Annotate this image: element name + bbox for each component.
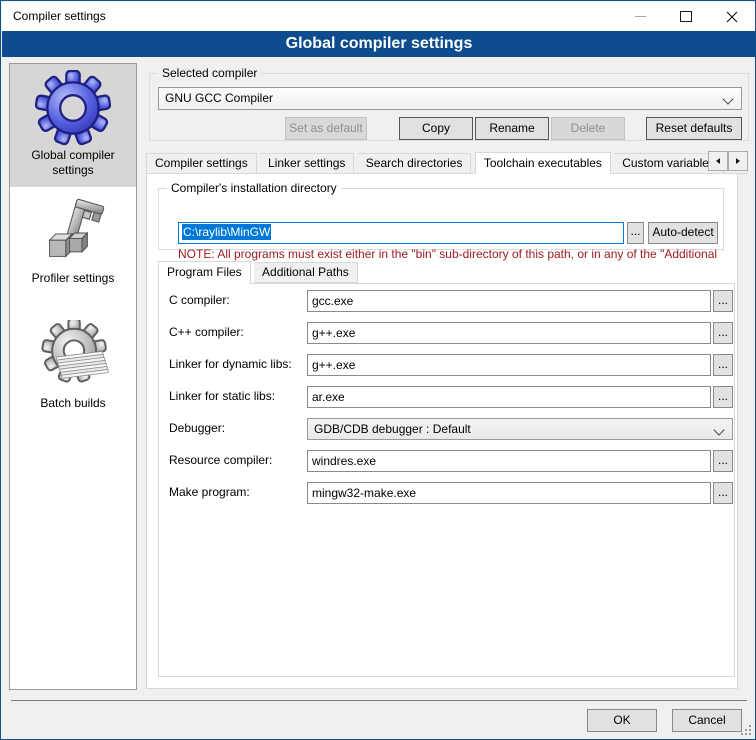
selected-compiler-group: Selected compiler GNU GCC Compiler Set a…	[149, 73, 749, 141]
tab-linker-settings[interactable]: Linker settings	[260, 153, 354, 174]
caliper-icon	[37, 197, 109, 269]
dialog-header-title: Global compiler settings	[2, 31, 756, 57]
sidebar-item-batch-builds[interactable]: Batch builds	[10, 302, 136, 430]
form-row-c-compiler: C compiler: ...	[159, 290, 734, 314]
main-tabstrip: Compiler settings Linker settings Search…	[146, 151, 748, 174]
gray-gear-stack-icon	[36, 320, 110, 394]
subtab-program-files[interactable]: Program Files	[158, 261, 251, 284]
dialog-header: Global compiler settings	[2, 31, 756, 57]
make-program-label: Make program:	[169, 485, 250, 499]
ok-button[interactable]: OK	[587, 709, 657, 732]
resource-compiler-browse-button[interactable]: ...	[713, 450, 733, 472]
selected-compiler-group-label: Selected compiler	[158, 66, 261, 80]
linker-dynamic-label: Linker for dynamic libs:	[169, 357, 292, 371]
chevron-down-icon	[713, 424, 724, 435]
resource-compiler-label: Resource compiler:	[169, 453, 272, 467]
debugger-label: Debugger:	[169, 421, 225, 435]
arrow-left-icon	[714, 157, 722, 165]
form-row-debugger: Debugger: GDB/CDB debugger : Default	[159, 418, 734, 442]
linker-dynamic-input[interactable]	[307, 354, 711, 376]
install-dir-input[interactable]: C:\raylib\MinGW	[178, 222, 624, 244]
make-program-input[interactable]	[307, 482, 711, 504]
subtab-additional-paths[interactable]: Additional Paths	[254, 262, 358, 283]
tab-toolchain-executables[interactable]: Toolchain executables	[475, 152, 611, 174]
tab-scroll-left-button[interactable]	[708, 151, 728, 171]
c-compiler-input[interactable]	[307, 290, 711, 312]
linker-static-input[interactable]	[307, 386, 711, 408]
delete-button[interactable]: Delete	[551, 117, 625, 140]
rename-button[interactable]: Rename	[475, 117, 549, 140]
chevron-down-icon	[722, 93, 733, 104]
c-compiler-browse-button[interactable]: ...	[713, 290, 733, 312]
blue-gear-icon	[35, 70, 111, 146]
footer-separator	[11, 700, 747, 701]
cancel-button[interactable]: Cancel	[672, 709, 742, 732]
form-row-make-program: Make program: ...	[159, 482, 734, 506]
cpp-compiler-input[interactable]	[307, 322, 711, 344]
compiler-settings-dialog: Compiler settings Global compiler settin…	[0, 0, 756, 740]
sidebar-item-profiler-settings[interactable]: Profiler settings	[10, 187, 136, 302]
c-compiler-label: C compiler:	[169, 293, 230, 307]
settings-category-list: Global compiler settings	[9, 63, 137, 690]
install-dir-selected-text: C:\raylib\MinGW	[182, 224, 271, 240]
window-controls	[617, 2, 755, 31]
install-dir-note: NOTE: All programs must exist either in …	[178, 247, 738, 261]
cpp-compiler-label: C++ compiler:	[169, 325, 244, 339]
tab-compiler-settings[interactable]: Compiler settings	[146, 153, 257, 174]
form-row-resource-compiler: Resource compiler: ...	[159, 450, 734, 474]
maximize-button[interactable]	[663, 2, 709, 31]
minimize-button[interactable]	[617, 2, 663, 31]
program-files-tabstrip: Program Files Additional Paths	[158, 260, 358, 283]
reset-defaults-button[interactable]: Reset defaults	[646, 117, 742, 140]
arrow-right-icon	[734, 157, 742, 165]
close-button[interactable]	[709, 2, 755, 31]
sidebar-item-label: Profiler settings	[10, 271, 136, 286]
titlebar: Compiler settings	[2, 2, 755, 31]
set-as-default-button[interactable]: Set as default	[285, 117, 367, 140]
sidebar-item-label: Batch builds	[10, 396, 136, 411]
form-row-linker-dynamic: Linker for dynamic libs: ...	[159, 354, 734, 378]
tab-scroll-buttons	[708, 151, 748, 171]
resize-grip[interactable]	[741, 725, 752, 736]
linker-static-browse-button[interactable]: ...	[713, 386, 733, 408]
sidebar-item-global-compiler-settings[interactable]: Global compiler settings	[10, 64, 136, 187]
maximize-icon	[680, 11, 692, 22]
debugger-select[interactable]: GDB/CDB debugger : Default	[307, 418, 733, 440]
close-icon	[726, 11, 738, 23]
compiler-select-value: GNU GCC Compiler	[165, 91, 273, 105]
make-program-browse-button[interactable]: ...	[713, 482, 733, 504]
compiler-select[interactable]: GNU GCC Compiler	[158, 87, 742, 110]
toolchain-executables-page: Compiler's installation directory C:\ray…	[146, 173, 738, 689]
tab-search-directories[interactable]: Search directories	[358, 153, 472, 174]
sidebar-item-label: Global compiler settings	[10, 148, 136, 178]
debugger-select-value: GDB/CDB debugger : Default	[314, 422, 471, 436]
install-dir-group: Compiler's installation directory C:\ray…	[158, 188, 724, 250]
window-title: Compiler settings	[13, 2, 106, 31]
auto-detect-button[interactable]: Auto-detect	[648, 222, 718, 244]
form-row-linker-static: Linker for static libs: ...	[159, 386, 734, 410]
copy-button[interactable]: Copy	[399, 117, 473, 140]
install-dir-browse-button[interactable]: ...	[627, 222, 644, 244]
minimize-icon	[635, 16, 646, 17]
form-row-cpp-compiler: C++ compiler: ...	[159, 322, 734, 346]
program-files-page: C compiler: ... C++ compiler: ... Linker…	[158, 283, 735, 677]
linker-static-label: Linker for static libs:	[169, 389, 275, 403]
linker-dynamic-browse-button[interactable]: ...	[713, 354, 733, 376]
resource-compiler-input[interactable]	[307, 450, 711, 472]
cpp-compiler-browse-button[interactable]: ...	[713, 322, 733, 344]
tab-scroll-right-button[interactable]	[728, 151, 748, 171]
install-dir-group-label: Compiler's installation directory	[167, 181, 341, 195]
